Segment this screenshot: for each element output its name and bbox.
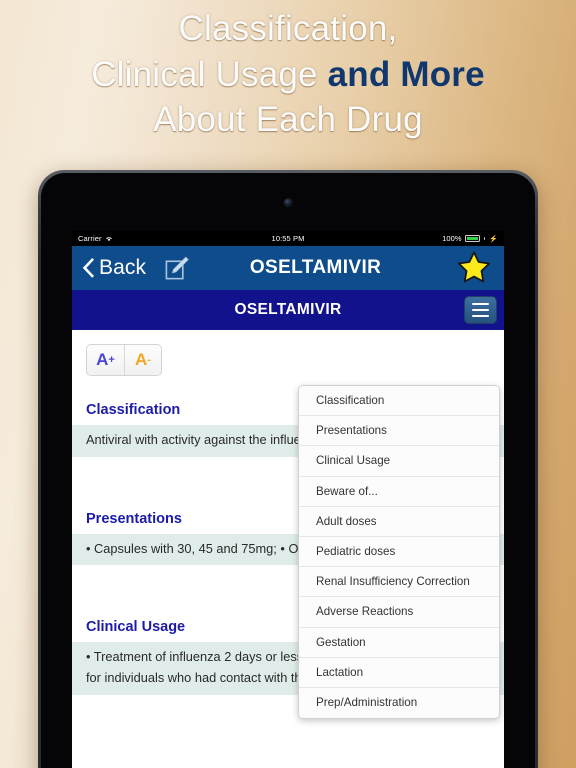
menu-item-lactation[interactable]: Lactation [299,657,499,688]
menu-bar-2 [472,308,489,312]
battery-cap-icon [483,237,486,240]
status-bar-left: Carrier [78,234,272,243]
tablet-bezel: Carrier 10:55 PM 100% ⚡ Back OSELTAMIVIR… [41,173,535,768]
menu-item-prep-administration[interactable]: Prep/Administration [299,687,499,719]
menu-item-presentations[interactable]: Presentations [299,416,499,447]
promo-line-1: Classification, [178,9,398,48]
drug-content: A + A- Classification Antiviral with acti… [72,330,504,768]
menu-item-beware-of[interactable]: Beware of... [299,476,499,507]
status-bar-right: 100% ⚡ [304,234,498,243]
device-screen: Carrier 10:55 PM 100% ⚡ Back OSELTAMIVIR… [72,231,504,768]
drug-name-label: OSELTAMIVIR [234,301,342,318]
status-bar-time: 10:55 PM [271,234,305,243]
promo-line-2-accent: and More [327,54,485,94]
charging-icon: ⚡ [489,235,498,243]
status-bar: Carrier 10:55 PM 100% ⚡ [72,231,504,246]
wifi-icon [105,237,112,242]
menu-item-classification[interactable]: Classification [299,386,499,417]
increase-font-label: A [96,350,109,369]
decrease-font-button[interactable]: A- [124,345,161,375]
back-button[interactable]: Back [82,256,146,280]
promo-line-2: Clinical Usage and More [0,52,576,98]
font-size-controls: A + A- [86,344,162,376]
menu-bar-3 [472,314,489,318]
promo-line-2-plain: Clinical Usage [91,54,328,94]
menu-item-adult-doses[interactable]: Adult doses [299,506,499,537]
menu-item-pediatric-doses[interactable]: Pediatric doses [299,536,499,568]
front-camera-icon [284,199,292,206]
menu-bar-1 [472,302,489,306]
decrease-font-label: A [135,350,148,369]
promo-headline: Classification, Clinical Usage and More … [0,6,576,143]
promo-line-3: About Each Drug [153,100,423,139]
menu-item-gestation[interactable]: Gestation [299,627,499,658]
back-button-label: Back [99,256,147,279]
drug-subheader: OSELTAMIVIR [72,290,504,330]
menu-item-adverse-reactions[interactable]: Adverse Reactions [299,597,499,628]
hamburger-menu-icon[interactable] [464,296,497,324]
section-dropdown-menu[interactable]: Classification Presentations Clinical Us… [298,385,500,720]
increase-font-button[interactable]: A + [87,345,124,375]
page-title: OSELTAMIVIR [249,257,382,278]
tablet-device: Carrier 10:55 PM 100% ⚡ Back OSELTAMIVIR… [38,170,538,768]
menu-item-renal-insufficiency-correction[interactable]: Renal Insufficiency Correction [299,567,499,598]
battery-percent-label: 100% [442,234,462,243]
chevron-left-icon [82,258,94,278]
star-filled-icon[interactable] [454,250,494,286]
navigation-bar: Back OSELTAMIVIR [72,246,504,290]
battery-icon [464,235,480,242]
carrier-label: Carrier [78,234,102,243]
menu-item-clinical-usage[interactable]: Clinical Usage [299,446,499,477]
